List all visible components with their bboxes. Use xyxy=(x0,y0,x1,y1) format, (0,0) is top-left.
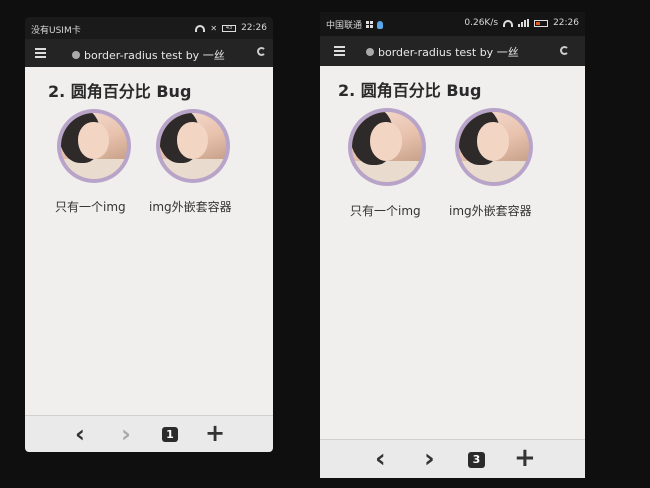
menu-icon[interactable] xyxy=(334,46,345,58)
forward-button[interactable]: › xyxy=(121,420,131,448)
clock: 22:26 xyxy=(241,23,267,33)
left-phone-screen: 没有USIM卡 ✕ 43 22:26 border-radius test by… xyxy=(25,17,273,452)
network-speed: 0.26K/s xyxy=(464,18,499,28)
avatar-img-wrapped xyxy=(156,109,230,183)
battery-icon xyxy=(534,19,549,27)
right-phone-screen: 中国联通 0.26K/s 22:26 border-radius test by… xyxy=(320,12,585,478)
clock: 22:26 xyxy=(553,18,579,28)
browser-title-bar[interactable]: border-radius test by 一丝 xyxy=(320,36,585,66)
battery-icon: 43 xyxy=(222,24,237,32)
browser-toolbar: ‹ › 3 + xyxy=(320,439,585,478)
browser-title-bar[interactable]: border-radius test by 一丝 xyxy=(25,39,273,67)
page-title-text: border-radius test by 一丝 xyxy=(378,46,519,59)
page-title-text: border-radius test by 一丝 xyxy=(84,49,225,62)
browser-toolbar: ‹ › 1 + xyxy=(25,415,273,452)
status-bar: 没有USIM卡 ✕ 43 22:26 xyxy=(25,17,273,39)
status-bar: 中国联通 0.26K/s 22:26 xyxy=(320,12,585,36)
carrier-label: 中国联通 xyxy=(326,21,363,31)
site-icon xyxy=(366,48,374,56)
web-content: 2. 圆角百分比 Bug 只有一个img img外嵌套容器 xyxy=(320,66,585,439)
wifi-icon xyxy=(503,19,514,27)
avatar-img-only xyxy=(348,108,426,186)
apps-icon xyxy=(366,21,374,28)
menu-icon[interactable] xyxy=(35,48,46,60)
back-button[interactable]: ‹ xyxy=(375,444,386,474)
caption-img-only: 只有一个img xyxy=(55,200,126,214)
tab-count-button[interactable]: 1 xyxy=(162,427,178,442)
qq-icon xyxy=(377,20,384,29)
refresh-icon[interactable] xyxy=(560,46,569,55)
avatar-img-only xyxy=(57,109,131,183)
battery-level: 43 xyxy=(225,24,233,31)
signal-icon xyxy=(518,19,530,27)
page-heading: 2. 圆角百分比 Bug xyxy=(338,81,482,100)
caption-img-wrapped: img外嵌套容器 xyxy=(149,200,232,214)
back-button[interactable]: ‹ xyxy=(75,420,85,448)
web-content: 2. 圆角百分比 Bug 只有一个img img外嵌套容器 xyxy=(25,67,273,415)
carrier-label: 没有USIM卡 xyxy=(31,26,81,36)
wifi-icon xyxy=(195,24,206,32)
new-tab-button[interactable]: + xyxy=(514,443,536,473)
caption-img-wrapped: img外嵌套容器 xyxy=(449,204,532,218)
forward-button[interactable]: › xyxy=(424,444,435,474)
mute-icon: ✕ xyxy=(210,23,218,33)
site-icon xyxy=(72,51,80,59)
tab-count-button[interactable]: 3 xyxy=(468,452,485,468)
avatar-img-wrapped xyxy=(455,108,533,186)
new-tab-button[interactable]: + xyxy=(205,419,225,447)
refresh-icon[interactable] xyxy=(257,47,266,56)
caption-img-only: 只有一个img xyxy=(350,204,421,218)
page-heading: 2. 圆角百分比 Bug xyxy=(48,82,192,101)
